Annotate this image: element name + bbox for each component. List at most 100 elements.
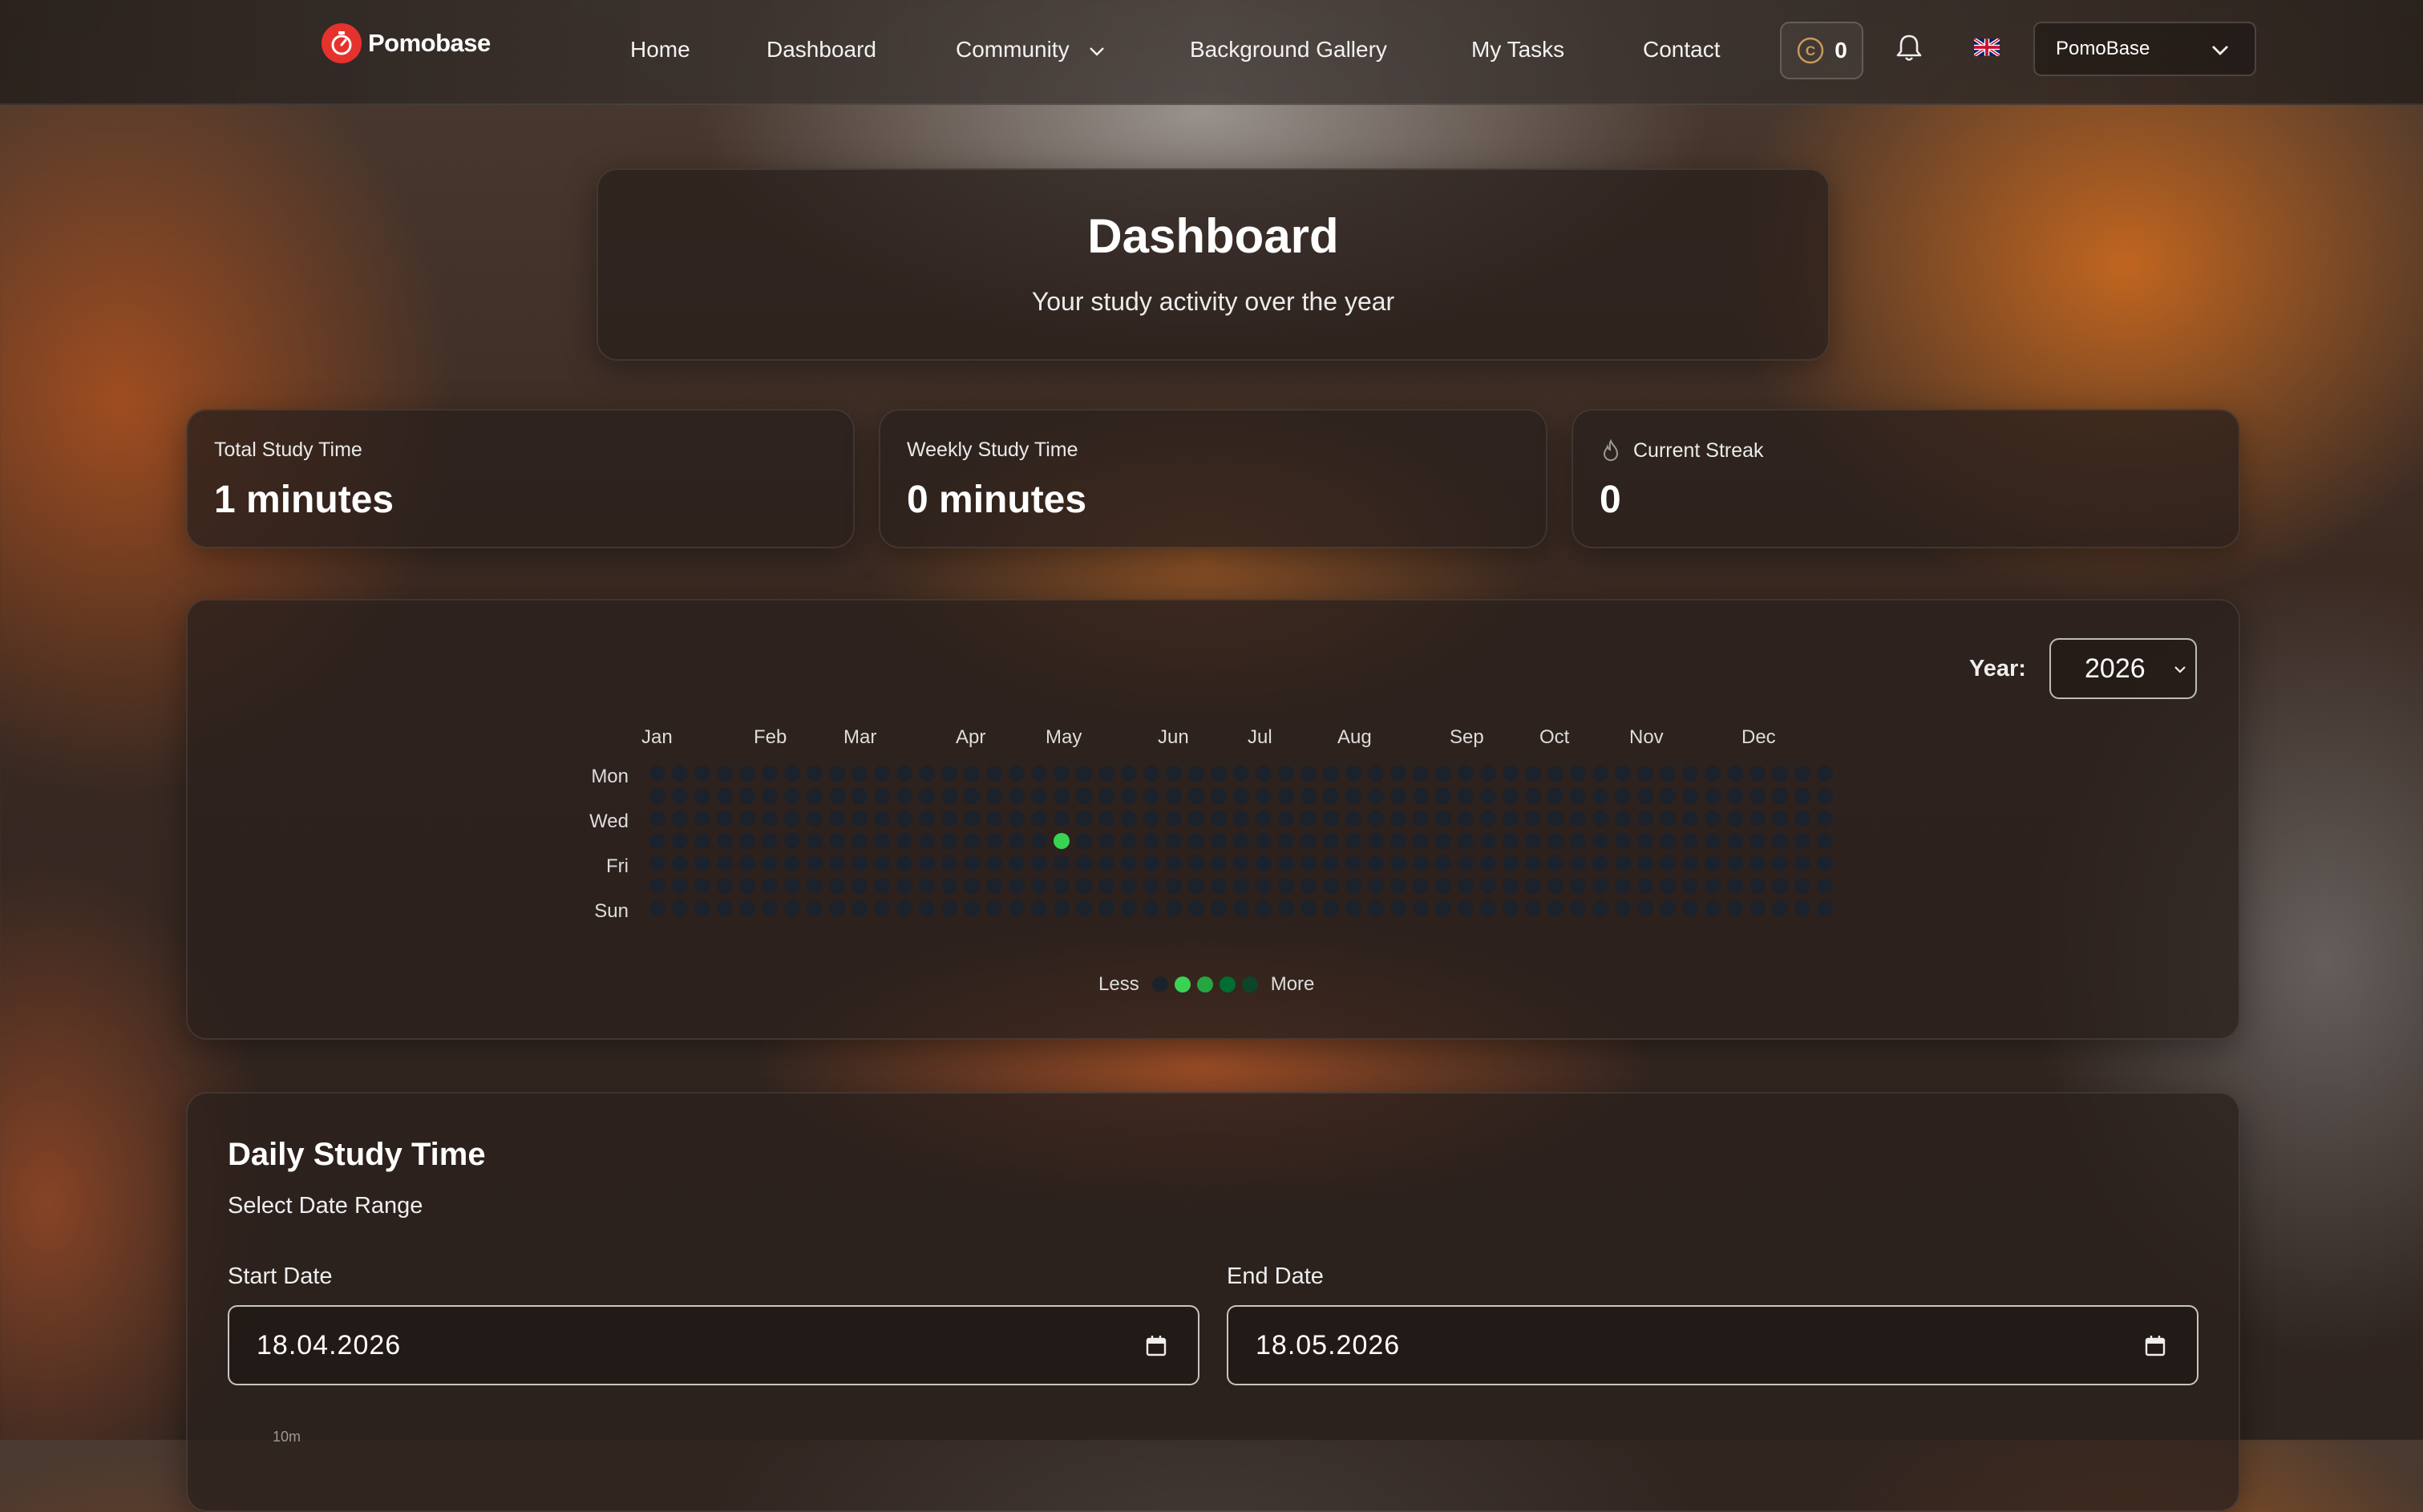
heatmap-day-cell[interactable] — [1323, 900, 1339, 916]
heatmap-day-cell[interactable] — [1031, 811, 1047, 827]
nav-contact[interactable]: Contact — [1643, 35, 1721, 64]
heatmap-day-cell[interactable] — [986, 878, 1002, 894]
heatmap-day-cell[interactable] — [1592, 833, 1608, 849]
heatmap-day-cell[interactable] — [1794, 878, 1810, 894]
heatmap-day-cell[interactable] — [1256, 833, 1272, 849]
heatmap-day-cell[interactable] — [1076, 878, 1092, 894]
heatmap-day-cell[interactable] — [1121, 811, 1137, 827]
heatmap-day-cell[interactable] — [1727, 878, 1743, 894]
heatmap-day-cell[interactable] — [1054, 855, 1070, 871]
heatmap-day-cell[interactable] — [1300, 878, 1317, 894]
heatmap-day-cell[interactable] — [1300, 788, 1317, 804]
heatmap-day-cell[interactable] — [1390, 855, 1406, 871]
heatmap-day-cell[interactable] — [1637, 833, 1653, 849]
heatmap-day-cell[interactable] — [1009, 878, 1025, 894]
heatmap-day-cell[interactable] — [1143, 766, 1159, 782]
heatmap-day-cell[interactable] — [1570, 855, 1586, 871]
nav-dashboard[interactable]: Dashboard — [767, 35, 876, 64]
heatmap-day-cell[interactable] — [1076, 833, 1092, 849]
start-date-input[interactable]: 18.04.2026 — [228, 1305, 1199, 1385]
heatmap-day-cell[interactable] — [1323, 833, 1339, 849]
heatmap-day-cell[interactable] — [694, 811, 710, 827]
heatmap-day-cell[interactable] — [1345, 811, 1361, 827]
heatmap-day-cell[interactable] — [1345, 766, 1361, 782]
heatmap-day-cell[interactable] — [1009, 766, 1025, 782]
heatmap-day-cell[interactable] — [1031, 766, 1047, 782]
heatmap-day-cell[interactable] — [919, 878, 935, 894]
heatmap-day-cell[interactable] — [1188, 833, 1204, 849]
heatmap-day-cell[interactable] — [919, 788, 935, 804]
heatmap-day-cell[interactable] — [874, 833, 890, 849]
heatmap-day-cell[interactable] — [1166, 855, 1182, 871]
heatmap-day-cell[interactable] — [1705, 878, 1721, 894]
heatmap-day-cell[interactable] — [649, 833, 665, 849]
heatmap-day-cell[interactable] — [739, 788, 755, 804]
heatmap-day-cell[interactable] — [1368, 878, 1384, 894]
heatmap-day-cell[interactable] — [649, 811, 665, 827]
heatmap-day-cell[interactable] — [1749, 855, 1766, 871]
heatmap-day-cell[interactable] — [986, 766, 1002, 782]
heatmap-day-cell[interactable] — [1413, 900, 1429, 916]
heatmap-day-cell[interactable] — [1368, 855, 1384, 871]
heatmap-day-cell[interactable] — [1076, 900, 1092, 916]
heatmap-day-cell[interactable] — [919, 855, 935, 871]
heatmap-day-cell[interactable] — [1121, 766, 1137, 782]
heatmap-day-cell[interactable] — [1705, 788, 1721, 804]
heatmap-day-cell[interactable] — [1188, 900, 1204, 916]
heatmap-day-cell[interactable] — [829, 811, 845, 827]
heatmap-day-cell[interactable] — [694, 833, 710, 849]
heatmap-day-cell[interactable] — [1368, 788, 1384, 804]
heatmap-day-cell[interactable] — [1413, 811, 1429, 827]
heatmap-day-cell[interactable] — [1592, 900, 1608, 916]
heatmap-day-cell[interactable] — [1749, 788, 1766, 804]
heatmap-day-cell[interactable] — [1323, 788, 1339, 804]
heatmap-day-cell[interactable] — [1817, 900, 1833, 916]
heatmap-day-cell[interactable] — [762, 811, 778, 827]
heatmap-day-cell[interactable] — [1413, 788, 1429, 804]
heatmap-day-cell[interactable] — [1390, 811, 1406, 827]
heatmap-day-cell[interactable] — [851, 878, 868, 894]
heatmap-day-cell[interactable] — [762, 788, 778, 804]
heatmap-day-cell[interactable] — [851, 855, 868, 871]
heatmap-day-cell[interactable] — [1413, 878, 1429, 894]
heatmap-day-cell[interactable] — [1166, 811, 1182, 827]
heatmap-day-cell[interactable] — [896, 878, 912, 894]
heatmap-day-cell[interactable] — [1817, 833, 1833, 849]
heatmap-day-cell[interactable] — [1458, 811, 1474, 827]
heatmap-day-cell[interactable] — [762, 855, 778, 871]
heatmap-day-cell[interactable] — [1300, 855, 1317, 871]
heatmap-day-cell[interactable] — [694, 878, 710, 894]
heatmap-day-cell[interactable] — [1682, 788, 1698, 804]
heatmap-day-cell[interactable] — [1772, 766, 1788, 782]
heatmap-day-cell[interactable] — [874, 766, 890, 782]
brand-logo[interactable]: Pomobase — [322, 22, 491, 64]
heatmap-day-cell[interactable] — [1794, 900, 1810, 916]
heatmap-day-cell[interactable] — [1660, 788, 1676, 804]
heatmap-day-cell[interactable] — [1413, 855, 1429, 871]
heatmap-day-cell[interactable] — [1031, 833, 1047, 849]
heatmap-day-cell[interactable] — [1166, 900, 1182, 916]
heatmap-day-cell[interactable] — [1076, 788, 1092, 804]
coin-balance[interactable]: C 0 — [1780, 22, 1863, 79]
heatmap-day-cell[interactable] — [1660, 900, 1676, 916]
heatmap-day-cell[interactable] — [851, 788, 868, 804]
heatmap-day-cell[interactable] — [1817, 766, 1833, 782]
heatmap-day-cell[interactable] — [1458, 878, 1474, 894]
heatmap-day-cell[interactable] — [1570, 833, 1586, 849]
heatmap-day-cell[interactable] — [1749, 766, 1766, 782]
heatmap-day-cell[interactable] — [1188, 878, 1204, 894]
heatmap-day-cell[interactable] — [1547, 900, 1563, 916]
heatmap-day-cell[interactable] — [717, 833, 733, 849]
heatmap-day-cell[interactable] — [1256, 788, 1272, 804]
heatmap-day-cell[interactable] — [1480, 766, 1496, 782]
heatmap-day-cell[interactable] — [1300, 900, 1317, 916]
heatmap-day-cell[interactable] — [1480, 788, 1496, 804]
heatmap-day-cell[interactable] — [1480, 855, 1496, 871]
heatmap-day-cell[interactable] — [1278, 878, 1294, 894]
heatmap-day-cell[interactable] — [1031, 878, 1047, 894]
heatmap-day-cell[interactable] — [1368, 833, 1384, 849]
heatmap-day-cell[interactable] — [896, 900, 912, 916]
heatmap-day-cell[interactable] — [1233, 900, 1249, 916]
heatmap-day-cell[interactable] — [717, 900, 733, 916]
heatmap-day-cell[interactable] — [1772, 811, 1788, 827]
